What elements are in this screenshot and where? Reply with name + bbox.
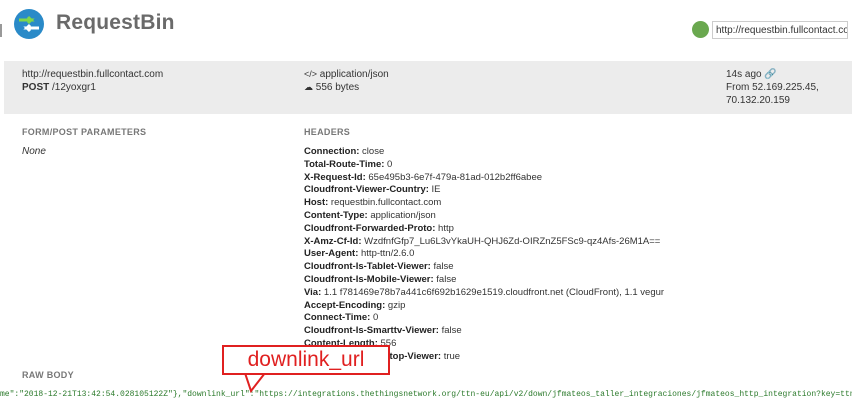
- header-value: requestbin.fullcontact.com: [328, 197, 442, 209]
- header-row: Connect-Time: 0: [304, 312, 378, 323]
- raw-body-part3: "https://integrations.thethingsnetwork.o…: [254, 390, 852, 399]
- header-value: close: [359, 146, 385, 157]
- top-bar: RequestBin: [0, 0, 852, 50]
- downlink-url-annotation: downlink_url: [222, 345, 390, 375]
- header-key: X-Request-Id:: [304, 171, 366, 183]
- raw-body-part1: me":"2018-12-21T13:42:54.028105122Z"},: [0, 390, 183, 399]
- header-row: Via: 1.1 f781469e78b7a441c6f692b1629e151…: [304, 287, 664, 298]
- header-key: X-Amz-Cf-Id:: [304, 235, 362, 247]
- header-key: User-Agent:: [304, 248, 359, 260]
- header-key: Via:: [304, 286, 322, 298]
- header-value: gzip: [385, 299, 406, 311]
- header-key: Host:: [304, 197, 329, 209]
- header-key: Accept-Encoding:: [304, 299, 386, 311]
- header-row: User-Agent: http-ttn/2.6.0: [304, 248, 414, 259]
- header-value: http-ttn/2.6.0: [358, 248, 415, 260]
- raw-body-content: me":"2018-12-21T13:42:54.028105122Z"},"d…: [0, 390, 852, 403]
- permalink-icon[interactable]: 🔗: [764, 69, 776, 80]
- request-summary: http://requestbin.fullcontact.com POST /…: [4, 61, 852, 114]
- header-value: 65e495b3-6e7f-479a-81ad-012b2ff6abee: [365, 171, 543, 183]
- header-row: Cloudfront-Is-Smarttv-Viewer: false: [304, 325, 462, 336]
- size-line: ☁ 556 bytes: [304, 82, 359, 93]
- callout-arrow: [244, 373, 266, 393]
- brand-bold: Request: [56, 11, 141, 34]
- content-type-line: </> application/json: [304, 69, 389, 80]
- status-dot-icon: [692, 21, 709, 38]
- header-key: Cloudfront-Forwarded-Proto:: [304, 222, 436, 234]
- cloud-icon: ☁: [304, 82, 313, 92]
- requestbin-logo-icon[interactable]: [14, 9, 44, 39]
- header-row: X-Amz-Cf-Id: WzdfnfGfp7_Lu6L3vYkaUH-QHJ6…: [304, 236, 660, 247]
- header-value: http: [435, 222, 454, 234]
- header-value: WzdfnfGfp7_Lu6L3vYkaUH-QHJ6Zd-OIRZnZ5FSc…: [361, 235, 661, 247]
- header-key: Total-Route-Time:: [304, 158, 385, 170]
- code-icon: </>: [304, 69, 318, 79]
- header-row: Cloudfront-Is-Mobile-Viewer: false: [304, 274, 456, 285]
- brand-title[interactable]: RequestBin: [56, 11, 175, 35]
- request-path: /12yoxgr1: [52, 82, 96, 93]
- header-value: false: [430, 261, 454, 273]
- left-edge-marker: [0, 24, 2, 37]
- from-ip-2: 70.132.20.159: [726, 95, 790, 106]
- header-row: Content-Type: application/json: [304, 210, 436, 221]
- header-key: Cloudfront-Is-Mobile-Viewer:: [304, 274, 434, 285]
- header-value: 0: [370, 312, 379, 324]
- header-row: X-Request-Id: 65e495b3-6e7f-479a-81ad-01…: [304, 172, 542, 183]
- form-params-value: None: [22, 146, 46, 157]
- header-value: application/json: [367, 210, 436, 221]
- time-ago: 14s ago: [726, 69, 762, 80]
- header-row: Total-Route-Time: 0: [304, 159, 392, 170]
- header-row: Cloudfront-Viewer-Country: IE: [304, 184, 441, 195]
- header-key: Cloudfront-Is-Smarttv-Viewer:: [304, 325, 439, 337]
- header-key: Connection:: [304, 146, 360, 157]
- request-method-path: POST /12yoxgr1: [22, 82, 96, 93]
- header-value: true: [441, 350, 461, 362]
- header-row: Host: requestbin.fullcontact.com: [304, 197, 441, 208]
- brand-rest: Bin: [140, 11, 175, 34]
- header-value: false: [433, 274, 457, 285]
- header-row: Accept-Encoding: gzip: [304, 300, 405, 311]
- request-method: POST: [22, 82, 50, 93]
- header-key: Content-Type:: [304, 210, 368, 221]
- header-row: Cloudfront-Forwarded-Proto: http: [304, 223, 454, 234]
- header-row: Cloudfront-Is-Tablet-Viewer: false: [304, 261, 454, 272]
- request-size: 556 bytes: [315, 82, 360, 93]
- header-value: 1.1 f781469e78b7a441c6f692b1629e1519.clo…: [321, 286, 665, 298]
- form-params-title: FORM/POST PARAMETERS: [22, 127, 147, 137]
- header-value: false: [438, 325, 462, 337]
- content-type: application/json: [319, 69, 389, 80]
- header-value: 0: [384, 158, 393, 170]
- header-key: Cloudfront-Viewer-Country:: [304, 184, 429, 196]
- request-host: http://requestbin.fullcontact.com: [22, 69, 164, 80]
- raw-body-title: RAW BODY: [22, 370, 74, 380]
- header-row: Connection: close: [304, 146, 384, 157]
- header-value: IE: [428, 184, 441, 196]
- header-key: Cloudfront-Is-Tablet-Viewer:: [304, 261, 431, 273]
- headers-title: HEADERS: [304, 127, 351, 137]
- bin-url-input[interactable]: [712, 21, 848, 39]
- from-ip: From 52.169.225.45,: [726, 82, 819, 93]
- header-key: Connect-Time:: [304, 312, 371, 324]
- time-line: 14s ago 🔗: [726, 69, 777, 80]
